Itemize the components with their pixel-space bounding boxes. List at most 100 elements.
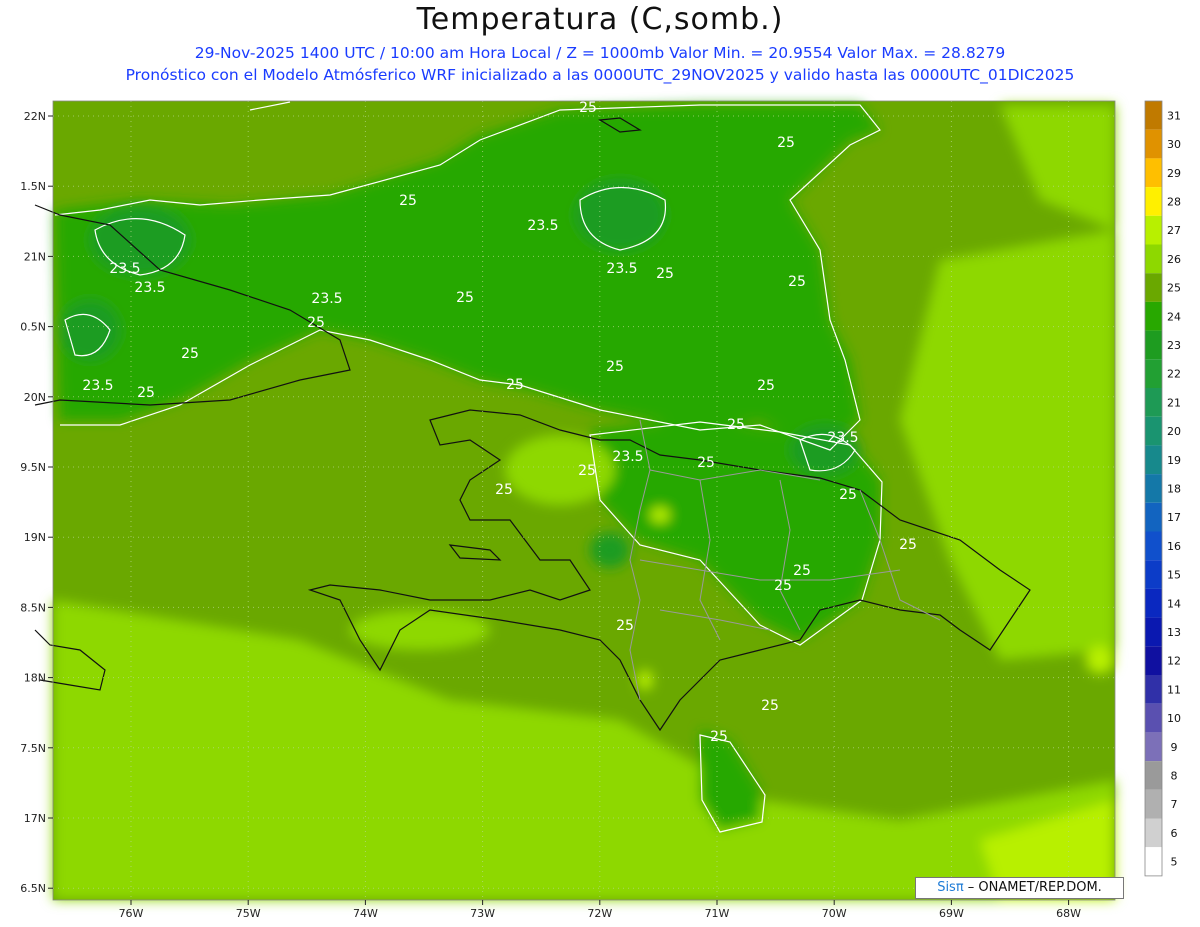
credit-box: Sisπ – ONAMET/REP.DOM. [915,877,1124,899]
lon-label: 69W [939,907,964,920]
lat-label: 0.5N [20,321,46,334]
contour-label: 23.5 [109,261,140,277]
contour-label: 25 [793,563,811,579]
contour-label: 23.5 [527,218,558,234]
lat-label: 9.5N [20,461,46,474]
lon-label: 74W [353,907,378,920]
colorbar-swatch [1145,560,1162,589]
colorbar-label: 5 [1171,856,1178,869]
colorbar-label: 15 [1167,569,1181,582]
longitude-axis: 76W 75W 74W 73W 72W 71W 70W 69W 68W [119,900,1081,920]
colorbar-swatch [1145,761,1162,790]
colorbar-label: 25 [1167,282,1181,295]
colorbar-label: 26 [1167,253,1181,266]
colorbar-swatch [1145,474,1162,503]
lon-label: 71W [705,907,730,920]
colorbar-label: 19 [1167,454,1181,467]
colorbar-swatch [1145,646,1162,675]
colorbar-label: 9 [1171,741,1178,754]
lon-label: 72W [587,907,612,920]
colorbar-swatch [1145,818,1162,848]
lat-label: 6.5N [20,882,46,895]
colorbar-swatch [1145,158,1162,188]
colorbar-label: 8 [1171,769,1178,782]
colorbar-label: 6 [1171,827,1178,840]
colorbar-label: 11 [1167,683,1181,696]
contour-label: 25 [727,417,745,433]
contour-label: 25 [307,315,325,331]
colorbar-label: 29 [1167,167,1181,180]
lon-label: 76W [119,907,144,920]
colorbar-swatch [1145,273,1162,302]
credit-brand: Sisπ [937,880,964,895]
contour-label: 25 [606,359,624,375]
colorbar-label: 12 [1167,655,1181,668]
contour-label: 23.5 [134,280,165,296]
contour-label: 25 [757,378,775,394]
lon-label: 68W [1056,907,1081,920]
contour-label: 25 [616,618,634,634]
colorbar-swatch [1145,101,1162,130]
lat-label: 20N [24,391,46,404]
contour-label: 23.5 [311,291,342,307]
lon-label: 73W [470,907,495,920]
hot-spot-east [1086,646,1114,674]
lon-label: 75W [236,907,261,920]
colorbar-swatch [1145,359,1162,388]
colorbar-label: 20 [1167,425,1181,438]
colorbar-label: 13 [1167,626,1181,639]
colorbar-swatch [1145,129,1162,159]
colorbar-swatch [1145,416,1162,446]
contour-label: 23.5 [827,430,858,446]
colorbar-swatch [1145,789,1162,819]
colorbar-label: 16 [1167,540,1181,553]
colorbar-label: 23 [1167,339,1181,352]
lat-label: 7.5N [20,742,46,755]
colorbar-label: 7 [1171,798,1178,811]
colorbar-swatch [1145,617,1162,647]
contour-label: 25 [399,193,417,209]
contour-label: 25 [656,266,674,282]
lat-label: 1.5N [20,180,46,193]
colorbar-label: 17 [1167,511,1181,524]
colorbar-label: 21 [1167,396,1181,409]
colorbar-swatch [1145,732,1162,762]
cool-patch-3 [60,300,120,360]
colorbar-label: 24 [1167,310,1181,323]
contour-label: 25 [578,463,596,479]
colorbar-label: 10 [1167,712,1181,725]
lat-label: 21N [24,250,46,263]
colorbar-swatch [1145,301,1162,331]
lat-label: 18N [24,672,46,685]
colorbar-swatch [1145,703,1162,733]
contour-label: 25 [788,274,806,290]
colorbar-swatch [1145,244,1162,274]
contour-label: 25 [710,729,728,745]
latitude-axis: 22N 1.5N 21N 0.5N 20N 9.5N 19N 8.5N 18N 7.5N 17N 6.… [20,110,53,895]
contour-label: 25 [506,377,524,393]
colorbar: 31 30 29 28 27 26 25 24 23 22 21 20 19 18 17 16 15 14 13 12… [1144,100,1181,877]
warm-patch-haiti [505,435,615,505]
contour-label: 25 [774,578,792,594]
contour-label: 25 [697,455,715,471]
colorbar-swatch [1145,330,1162,360]
temperature-map: 22N 1.5N 21N 0.5N 20N 9.5N 19N 8.5N 18N 7.5N 17N 6.… [20,100,1181,920]
contour-label: 25 [839,487,857,503]
colorbar-swatch [1145,187,1162,216]
contour-label: 23.5 [82,378,113,394]
colorbar-swatch [1145,847,1162,876]
colorbar-swatch [1145,388,1162,417]
hot-patch-2 [637,670,653,690]
lat-label: 8.5N [20,601,46,614]
contour-label: 23.5 [606,261,637,277]
lat-label: 17N [24,812,46,825]
lat-label: 19N [24,531,46,544]
colorbar-label: 30 [1167,138,1181,151]
contour-label: 25 [456,290,474,306]
colorbar-swatch [1145,445,1162,475]
contour-label: 25 [495,482,513,498]
colorbar-label: 22 [1167,368,1181,381]
lon-label: 70W [822,907,847,920]
credit-text: – ONAMET/REP.DOM. [963,880,1102,895]
lat-label: 22N [24,110,46,123]
